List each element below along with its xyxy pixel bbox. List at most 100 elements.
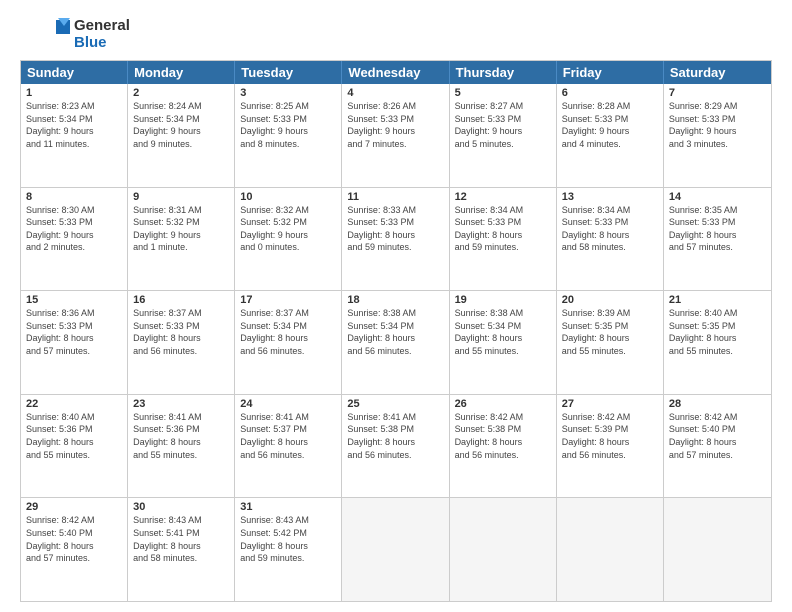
day-info: Sunrise: 8:32 AMSunset: 5:32 PMDaylight:…: [240, 204, 336, 254]
day-number: 24: [240, 398, 336, 410]
day-info: Sunrise: 8:38 AMSunset: 5:34 PMDaylight:…: [347, 307, 443, 357]
cal-cell: 18Sunrise: 8:38 AMSunset: 5:34 PMDayligh…: [342, 291, 449, 394]
cal-week-3: 15Sunrise: 8:36 AMSunset: 5:33 PMDayligh…: [21, 290, 771, 394]
cal-cell: 6Sunrise: 8:28 AMSunset: 5:33 PMDaylight…: [557, 84, 664, 187]
day-number: 16: [133, 294, 229, 306]
cal-cell: 8Sunrise: 8:30 AMSunset: 5:33 PMDaylight…: [21, 188, 128, 291]
cal-cell: 27Sunrise: 8:42 AMSunset: 5:39 PMDayligh…: [557, 395, 664, 498]
day-info: Sunrise: 8:42 AMSunset: 5:40 PMDaylight:…: [26, 514, 122, 564]
cal-cell: 21Sunrise: 8:40 AMSunset: 5:35 PMDayligh…: [664, 291, 771, 394]
day-info: Sunrise: 8:40 AMSunset: 5:36 PMDaylight:…: [26, 411, 122, 461]
header: GeneralBlue: [20, 16, 772, 52]
cal-cell: 9Sunrise: 8:31 AMSunset: 5:32 PMDaylight…: [128, 188, 235, 291]
day-info: Sunrise: 8:38 AMSunset: 5:34 PMDaylight:…: [455, 307, 551, 357]
cal-cell: 23Sunrise: 8:41 AMSunset: 5:36 PMDayligh…: [128, 395, 235, 498]
day-info: Sunrise: 8:42 AMSunset: 5:38 PMDaylight:…: [455, 411, 551, 461]
cal-header-sunday: Sunday: [21, 61, 128, 84]
cal-header-thursday: Thursday: [450, 61, 557, 84]
day-number: 6: [562, 87, 658, 99]
day-info: Sunrise: 8:37 AMSunset: 5:34 PMDaylight:…: [240, 307, 336, 357]
day-number: 17: [240, 294, 336, 306]
day-info: Sunrise: 8:35 AMSunset: 5:33 PMDaylight:…: [669, 204, 766, 254]
day-info: Sunrise: 8:43 AMSunset: 5:41 PMDaylight:…: [133, 514, 229, 564]
day-info: Sunrise: 8:27 AMSunset: 5:33 PMDaylight:…: [455, 100, 551, 150]
cal-cell: [664, 498, 771, 601]
day-number: 5: [455, 87, 551, 99]
cal-header-friday: Friday: [557, 61, 664, 84]
cal-cell: 25Sunrise: 8:41 AMSunset: 5:38 PMDayligh…: [342, 395, 449, 498]
day-number: 1: [26, 87, 122, 99]
cal-cell: [557, 498, 664, 601]
day-number: 18: [347, 294, 443, 306]
day-number: 11: [347, 191, 443, 203]
day-info: Sunrise: 8:33 AMSunset: 5:33 PMDaylight:…: [347, 204, 443, 254]
cal-cell: 20Sunrise: 8:39 AMSunset: 5:35 PMDayligh…: [557, 291, 664, 394]
cal-cell: 19Sunrise: 8:38 AMSunset: 5:34 PMDayligh…: [450, 291, 557, 394]
cal-cell: 3Sunrise: 8:25 AMSunset: 5:33 PMDaylight…: [235, 84, 342, 187]
cal-cell: 22Sunrise: 8:40 AMSunset: 5:36 PMDayligh…: [21, 395, 128, 498]
day-number: 13: [562, 191, 658, 203]
day-number: 4: [347, 87, 443, 99]
cal-cell: 24Sunrise: 8:41 AMSunset: 5:37 PMDayligh…: [235, 395, 342, 498]
day-info: Sunrise: 8:37 AMSunset: 5:33 PMDaylight:…: [133, 307, 229, 357]
cal-cell: 4Sunrise: 8:26 AMSunset: 5:33 PMDaylight…: [342, 84, 449, 187]
day-number: 10: [240, 191, 336, 203]
day-info: Sunrise: 8:30 AMSunset: 5:33 PMDaylight:…: [26, 204, 122, 254]
cal-cell: 31Sunrise: 8:43 AMSunset: 5:42 PMDayligh…: [235, 498, 342, 601]
day-number: 20: [562, 294, 658, 306]
day-number: 23: [133, 398, 229, 410]
cal-cell: 26Sunrise: 8:42 AMSunset: 5:38 PMDayligh…: [450, 395, 557, 498]
cal-cell: 30Sunrise: 8:43 AMSunset: 5:41 PMDayligh…: [128, 498, 235, 601]
day-number: 15: [26, 294, 122, 306]
cal-header-tuesday: Tuesday: [235, 61, 342, 84]
day-info: Sunrise: 8:29 AMSunset: 5:33 PMDaylight:…: [669, 100, 766, 150]
cal-cell: 15Sunrise: 8:36 AMSunset: 5:33 PMDayligh…: [21, 291, 128, 394]
day-number: 14: [669, 191, 766, 203]
cal-header-wednesday: Wednesday: [342, 61, 449, 84]
day-number: 25: [347, 398, 443, 410]
day-info: Sunrise: 8:34 AMSunset: 5:33 PMDaylight:…: [562, 204, 658, 254]
day-number: 27: [562, 398, 658, 410]
cal-cell: 5Sunrise: 8:27 AMSunset: 5:33 PMDaylight…: [450, 84, 557, 187]
cal-cell: 14Sunrise: 8:35 AMSunset: 5:33 PMDayligh…: [664, 188, 771, 291]
cal-cell: [342, 498, 449, 601]
day-number: 8: [26, 191, 122, 203]
day-info: Sunrise: 8:26 AMSunset: 5:33 PMDaylight:…: [347, 100, 443, 150]
day-number: 31: [240, 501, 336, 513]
cal-header-monday: Monday: [128, 61, 235, 84]
calendar-body: 1Sunrise: 8:23 AMSunset: 5:34 PMDaylight…: [21, 84, 771, 601]
day-info: Sunrise: 8:36 AMSunset: 5:33 PMDaylight:…: [26, 307, 122, 357]
cal-header-saturday: Saturday: [664, 61, 771, 84]
day-number: 3: [240, 87, 336, 99]
day-info: Sunrise: 8:39 AMSunset: 5:35 PMDaylight:…: [562, 307, 658, 357]
day-info: Sunrise: 8:41 AMSunset: 5:38 PMDaylight:…: [347, 411, 443, 461]
day-number: 2: [133, 87, 229, 99]
cal-week-4: 22Sunrise: 8:40 AMSunset: 5:36 PMDayligh…: [21, 394, 771, 498]
day-info: Sunrise: 8:25 AMSunset: 5:33 PMDaylight:…: [240, 100, 336, 150]
calendar: SundayMondayTuesdayWednesdayThursdayFrid…: [20, 60, 772, 602]
cal-cell: 11Sunrise: 8:33 AMSunset: 5:33 PMDayligh…: [342, 188, 449, 291]
day-info: Sunrise: 8:42 AMSunset: 5:39 PMDaylight:…: [562, 411, 658, 461]
day-info: Sunrise: 8:41 AMSunset: 5:37 PMDaylight:…: [240, 411, 336, 461]
day-number: 28: [669, 398, 766, 410]
day-number: 30: [133, 501, 229, 513]
cal-cell: 17Sunrise: 8:37 AMSunset: 5:34 PMDayligh…: [235, 291, 342, 394]
cal-cell: 1Sunrise: 8:23 AMSunset: 5:34 PMDaylight…: [21, 84, 128, 187]
logo: GeneralBlue: [20, 16, 130, 52]
cal-week-2: 8Sunrise: 8:30 AMSunset: 5:33 PMDaylight…: [21, 187, 771, 291]
day-number: 7: [669, 87, 766, 99]
cal-cell: 16Sunrise: 8:37 AMSunset: 5:33 PMDayligh…: [128, 291, 235, 394]
day-info: Sunrise: 8:31 AMSunset: 5:32 PMDaylight:…: [133, 204, 229, 254]
cal-cell: 12Sunrise: 8:34 AMSunset: 5:33 PMDayligh…: [450, 188, 557, 291]
day-info: Sunrise: 8:34 AMSunset: 5:33 PMDaylight:…: [455, 204, 551, 254]
day-number: 12: [455, 191, 551, 203]
day-info: Sunrise: 8:28 AMSunset: 5:33 PMDaylight:…: [562, 100, 658, 150]
cal-cell: 28Sunrise: 8:42 AMSunset: 5:40 PMDayligh…: [664, 395, 771, 498]
cal-cell: [450, 498, 557, 601]
day-info: Sunrise: 8:41 AMSunset: 5:36 PMDaylight:…: [133, 411, 229, 461]
page: GeneralBlue SundayMondayTuesdayWednesday…: [0, 0, 792, 612]
day-info: Sunrise: 8:23 AMSunset: 5:34 PMDaylight:…: [26, 100, 122, 150]
cal-cell: 10Sunrise: 8:32 AMSunset: 5:32 PMDayligh…: [235, 188, 342, 291]
cal-week-5: 29Sunrise: 8:42 AMSunset: 5:40 PMDayligh…: [21, 497, 771, 601]
cal-cell: 7Sunrise: 8:29 AMSunset: 5:33 PMDaylight…: [664, 84, 771, 187]
